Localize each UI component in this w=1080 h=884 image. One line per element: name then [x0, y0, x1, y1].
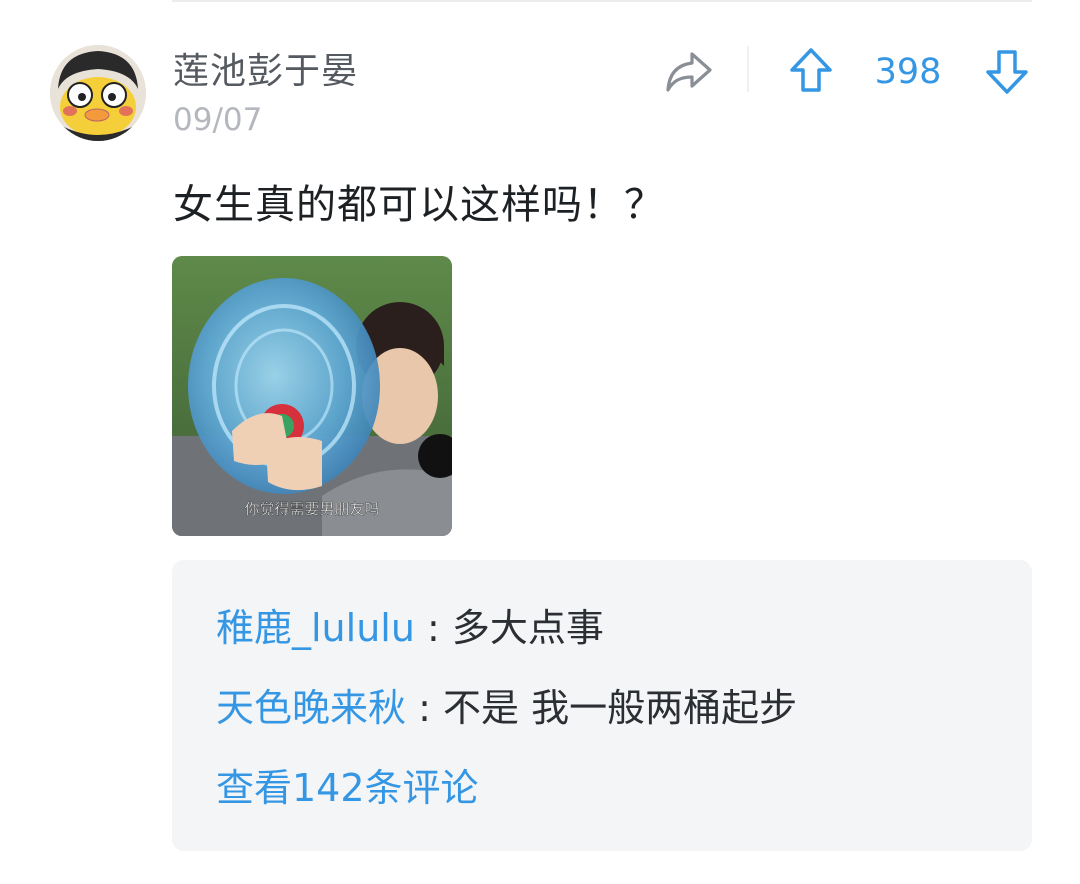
arrow-up-icon: [790, 48, 832, 92]
comment-text: 多大点事: [451, 606, 604, 650]
top-divider: [172, 0, 1032, 2]
vote-count: 398: [874, 52, 942, 92]
image-caption: 你觉得需要男朋友吗: [244, 500, 379, 518]
avatar-duck-icon: [50, 45, 146, 141]
post-image[interactable]: 你觉得需要男朋友吗: [172, 256, 452, 536]
comment-author[interactable]: 天色晚来秋: [216, 686, 406, 730]
post-date: 09/07: [173, 102, 263, 138]
action-divider: [747, 46, 749, 92]
share-arrow-icon: [666, 52, 712, 92]
post-author[interactable]: 莲池彭于晏: [173, 48, 358, 96]
share-button[interactable]: [664, 48, 714, 94]
comment-text: 不是 我一般两桶起步: [442, 686, 798, 730]
arrow-down-icon: [986, 50, 1028, 94]
comment-item: 天色晚来秋 : 不是 我一般两桶起步: [216, 682, 797, 734]
comment-separator: :: [406, 686, 443, 730]
comment-item: 稚鹿_lululu : 多大点事: [216, 602, 604, 654]
downvote-button[interactable]: [984, 46, 1030, 96]
upvote-button[interactable]: [788, 46, 834, 96]
comment-separator: :: [414, 606, 452, 650]
view-all-comments-link[interactable]: 查看142条评论: [216, 762, 479, 814]
comment-author[interactable]: 稚鹿_lululu: [216, 606, 415, 650]
avatar[interactable]: [50, 45, 146, 141]
post-text: 女生真的都可以这样吗！？: [173, 182, 665, 228]
comments-preview: 稚鹿_lululu : 多大点事 天色晚来秋 : 不是 我一般两桶起步 查看14…: [172, 560, 1032, 851]
